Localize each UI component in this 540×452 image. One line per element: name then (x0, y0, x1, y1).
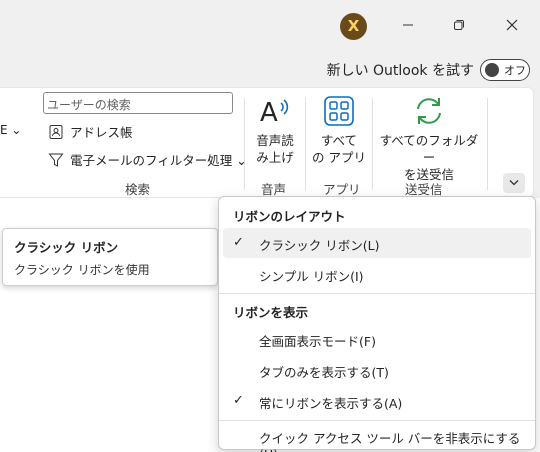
group-separator (372, 98, 373, 190)
filter-email-button[interactable]: 電子メールのフィルター処理 ⌄ (48, 150, 247, 169)
sync-icon (417, 98, 441, 124)
read-aloud-icon: A (260, 98, 289, 128)
menu-item-tabs-only[interactable]: タブのみを表示する(T) (223, 355, 531, 385)
all-apps-label-1: すべて (320, 133, 358, 148)
address-book-label: アドレス帳 (70, 125, 133, 140)
all-apps-label-2: の アプリ (312, 150, 366, 165)
classic-ribbon-tooltip: クラシック リボン クラシック リボンを使用 (2, 228, 218, 286)
checkmark-icon: ✓ (233, 393, 244, 408)
new-outlook-label: 新しい Outlook を試す (326, 63, 474, 79)
minimize-button[interactable] (394, 13, 422, 39)
close-icon (506, 19, 518, 31)
read-aloud-label-2: み上げ (256, 150, 294, 165)
filter-email-label: 電子メールのフィルター処理 ⌄ (70, 153, 247, 168)
address-book-button[interactable]: アドレス帳 (48, 122, 133, 141)
menu-item-always-show[interactable]: ✓ 常にリボンを表示する(A) (223, 386, 531, 416)
checkmark-icon: ✓ (233, 235, 244, 250)
close-button[interactable] (498, 13, 526, 39)
send-receive-label-1: すべてのフォルダー (379, 133, 479, 165)
chevron-down-icon (509, 180, 519, 186)
restore-icon (454, 20, 464, 30)
ribbon-options-menu: リボンのレイアウト ✓ クラシック リボン(L) シンプル リボン(I) リボン… (218, 196, 536, 452)
search-placeholder: ユーザーの検索 (47, 98, 131, 112)
tooltip-title: クラシック リボン (14, 240, 119, 255)
menu-divider (219, 293, 535, 294)
apps-grid-icon (324, 96, 354, 126)
toggle-state-label: オフ (504, 64, 526, 77)
menu-header-show: リボンを表示 (233, 305, 309, 320)
restore-button[interactable] (445, 13, 473, 39)
menu-item-fullscreen[interactable]: 全画面表示モード(F) (223, 324, 531, 354)
menu-item-label: シンプル リボン(I) (259, 269, 364, 284)
ribbon-display-options-button[interactable] (503, 173, 525, 193)
group-label-search: 検索 (125, 182, 151, 197)
new-outlook-toggle-area: 新しい Outlook を試す オフ (327, 58, 530, 82)
all-apps-button[interactable]: すべて の アプリ (312, 94, 366, 166)
read-aloud-label-1: 音声読 (256, 133, 294, 148)
ribbon: E ⌄ ユーザーの検索 アドレス帳 電子メールのフィルター処理 ⌄ 検索 A 音… (0, 87, 534, 198)
send-receive-all-button[interactable]: すべてのフォルダー を送受信 (376, 94, 482, 183)
address-book-icon (49, 124, 63, 139)
menu-header-layout: リボンのレイアウト (233, 209, 346, 224)
group-separator (244, 98, 245, 190)
menu-item-hide-quick-access-toolbar[interactable]: クイック アクセス ツール バーを非表示にする (H) (223, 421, 531, 452)
menu-item-classic-ribbon[interactable]: ✓ クラシック リボン(L) (223, 228, 531, 258)
group-separator (487, 98, 488, 190)
title-bar: X (0, 0, 540, 52)
people-search-input[interactable]: ユーザーの検索 (43, 92, 233, 114)
menu-item-label: 常にリボンを表示する(A) (259, 396, 403, 411)
menu-item-label: クイック アクセス ツール バーを非表示にする (H) (259, 431, 521, 452)
new-outlook-toggle[interactable]: オフ (480, 59, 530, 81)
svg-text:A: A (260, 98, 278, 128)
group-separator (305, 98, 306, 190)
tooltip-description: クラシック リボンを使用 (14, 263, 150, 277)
user-avatar[interactable]: X (340, 13, 367, 40)
menu-item-label: クラシック リボン(L) (259, 238, 380, 253)
menu-item-label: タブのみを表示する(T) (259, 365, 389, 380)
toggle-knob (485, 63, 499, 77)
filter-icon (48, 153, 64, 167)
minimize-icon (403, 24, 413, 26)
menu-item-simple-ribbon[interactable]: シンプル リボン(I) (223, 259, 531, 289)
menu-item-label: 全画面表示モード(F) (259, 334, 376, 349)
ribbon-cut-off-label: E ⌄ (0, 123, 22, 137)
read-aloud-button[interactable]: A 音声読 み上げ (252, 94, 298, 166)
